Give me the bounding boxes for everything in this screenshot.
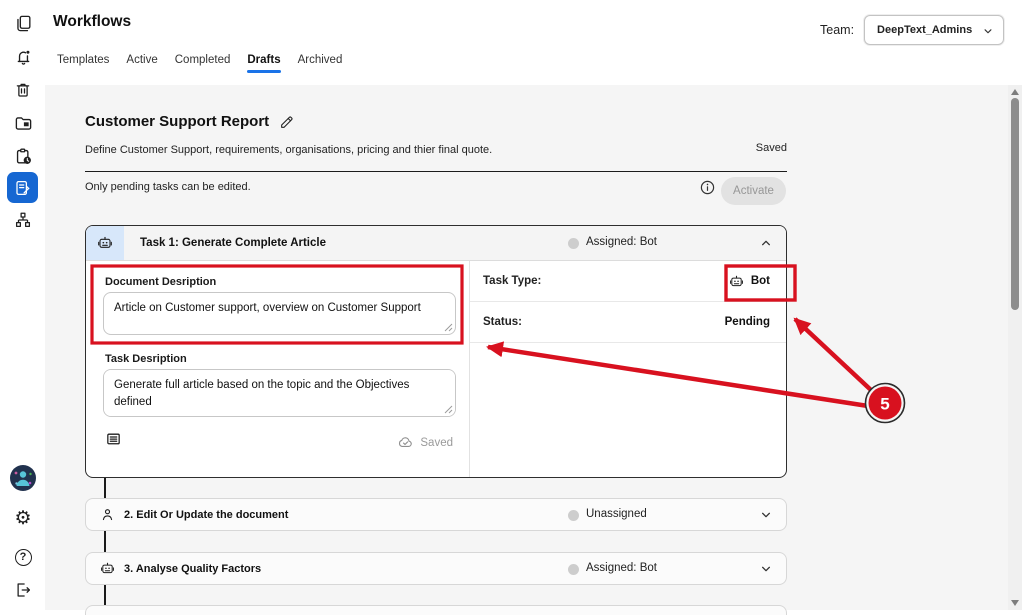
task-row-2[interactable]: 2. Edit Or Update the document Unassigne… [85, 498, 787, 531]
task-connector [104, 585, 106, 605]
scrollbar-up-arrow[interactable] [1011, 89, 1019, 95]
workflows-icon[interactable] [7, 172, 38, 203]
activate-button[interactable]: Activate [721, 177, 786, 205]
edit-pencil-icon[interactable] [279, 114, 295, 130]
team-selector-group: Team: DeepText_Admins [820, 15, 1004, 45]
comments-icon[interactable] [105, 431, 122, 453]
tab-drafts[interactable]: Drafts [247, 54, 280, 78]
person-icon [100, 507, 115, 522]
settings-icon[interactable]: ⚙ [10, 505, 36, 531]
team-dropdown-value: DeepText_Admins [877, 24, 972, 36]
task-connector [104, 531, 106, 552]
tab-completed[interactable]: Completed [175, 54, 231, 78]
workflow-title: Customer Support Report [85, 113, 269, 130]
trash-icon[interactable] [10, 77, 36, 103]
assignment-status-dot [568, 564, 579, 575]
task-row-3[interactable]: 3. Analyse Quality Factors Assigned: Bot [85, 552, 787, 585]
task-2-assignment: Unassigned [586, 508, 647, 520]
tab-active[interactable]: Active [126, 54, 157, 78]
folder-icon[interactable] [10, 110, 36, 136]
tab-bar: Templates Active Completed Drafts Archiv… [57, 54, 342, 78]
team-label: Team: [820, 23, 854, 37]
pending-tasks-icon[interactable] [10, 143, 36, 169]
bot-icon [729, 274, 744, 289]
task-row-4-partial[interactable] [85, 605, 787, 615]
scrollbar-thumb[interactable] [1011, 98, 1019, 310]
task-1-assignment: Assigned: Bot [586, 236, 657, 248]
notifications-icon[interactable] [10, 44, 36, 70]
assignment-status-dot [568, 510, 579, 521]
task-type-value: Bot [729, 274, 770, 289]
logout-icon[interactable] [10, 577, 36, 603]
assignment-status-dot [568, 238, 579, 249]
autosave-status: Saved [397, 434, 453, 451]
bot-icon [100, 561, 115, 576]
chevron-up-icon[interactable] [758, 235, 774, 251]
app-root: ⚙ ? Workflows Team: DeepText_Admins Temp… [0, 0, 1022, 610]
task-1-header[interactable]: Task 1: Generate Complete Article Assign… [86, 226, 786, 261]
page-title: Workflows [53, 13, 131, 31]
document-description-label: Document Desription [105, 276, 216, 288]
vertical-scrollbar[interactable] [1008, 85, 1022, 610]
org-chart-icon[interactable] [10, 207, 36, 233]
autosave-status-label: Saved [420, 437, 453, 449]
status-value: Pending [725, 316, 770, 328]
cloud-done-icon [397, 434, 414, 451]
task-3-title: 3. Analyse Quality Factors [124, 563, 261, 575]
info-icon[interactable] [699, 179, 716, 201]
avatar[interactable] [10, 465, 36, 491]
edit-notice: Only pending tasks can be edited. [85, 181, 251, 193]
task-type-label: Task Type: [483, 275, 541, 287]
workflow-save-status: Saved [756, 142, 787, 154]
sidebar: ⚙ ? [0, 0, 45, 610]
chevron-down-icon[interactable] [758, 561, 774, 577]
team-dropdown[interactable]: DeepText_Admins [864, 15, 1004, 45]
scrollbar-down-arrow[interactable] [1011, 600, 1019, 606]
help-icon[interactable]: ? [10, 544, 36, 570]
task-description-input[interactable]: Generate full article based on the topic… [103, 369, 456, 417]
tab-templates[interactable]: Templates [57, 54, 109, 78]
documents-icon[interactable] [10, 10, 36, 36]
document-description-input[interactable]: Article on Customer support, overview on… [103, 292, 456, 335]
task-type-row: Task Type: Bot [470, 261, 786, 302]
status-label: Status: [483, 316, 522, 328]
workflow-subtitle: Define Customer Support, requirements, o… [85, 144, 492, 156]
task-connector [104, 478, 106, 498]
chevron-down-icon[interactable] [758, 507, 774, 523]
bot-icon [97, 235, 113, 251]
divider [85, 171, 787, 172]
content-area: Customer Support Report Define Customer … [45, 85, 1022, 610]
status-row: Status: Pending [470, 302, 786, 343]
chevron-down-icon [981, 24, 995, 38]
task-description-label: Task Desription [105, 353, 187, 365]
task-2-title: 2. Edit Or Update the document [124, 509, 288, 521]
tab-archived[interactable]: Archived [298, 54, 343, 78]
task-1-title: Task 1: Generate Complete Article [140, 237, 326, 249]
task-3-assignment: Assigned: Bot [586, 562, 657, 574]
task-card-1: Task 1: Generate Complete Article Assign… [85, 225, 787, 478]
